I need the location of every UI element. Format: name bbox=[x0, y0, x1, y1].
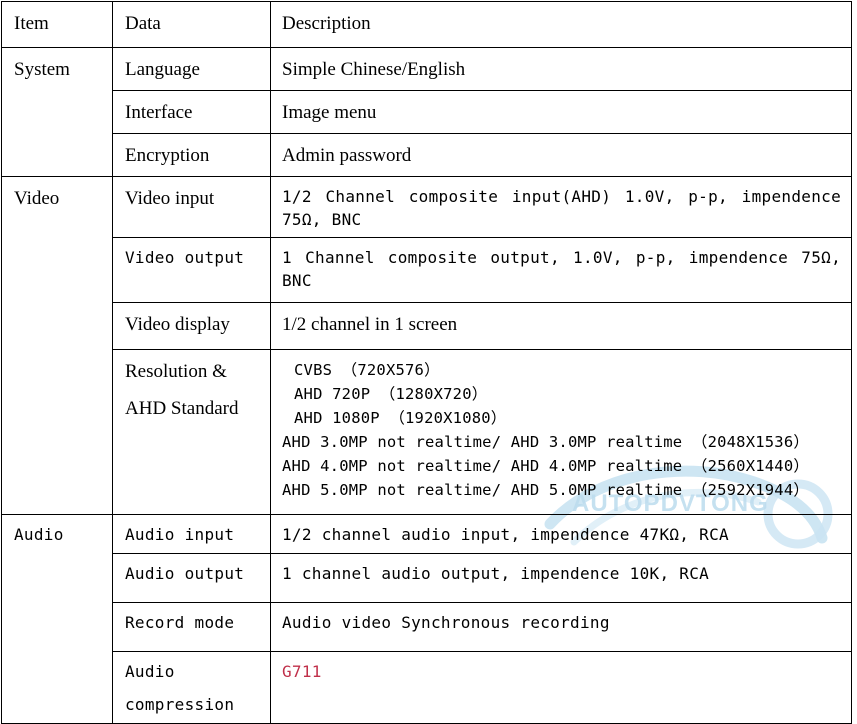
description-cell-interface: Image menu bbox=[271, 90, 852, 133]
header-description-label: Description bbox=[271, 2, 851, 44]
resolution-line: AHD 720P （1280X720） bbox=[282, 383, 841, 405]
header-data-label: Data bbox=[113, 2, 270, 44]
description-text-video-display: 1/2 channel in 1 screen bbox=[271, 303, 851, 345]
data-label-language: Language bbox=[113, 48, 270, 90]
group-cell-system: System bbox=[2, 48, 113, 177]
table-row: Video display 1/2 channel in 1 screen bbox=[2, 303, 852, 350]
specification-table-container: Item Data Description System Language bbox=[0, 0, 857, 715]
group-label-video: Video bbox=[2, 177, 112, 219]
group-label-audio: Audio bbox=[2, 515, 112, 553]
data-cell-video-input: Video input bbox=[113, 176, 271, 237]
group-label-system: System bbox=[2, 48, 112, 90]
description-text-record-mode: Audio video Synchronous recording bbox=[271, 603, 851, 641]
data-cell-language: Language bbox=[113, 48, 271, 91]
data-cell-audio-output: Audio output bbox=[113, 554, 271, 603]
description-text-interface: Image menu bbox=[271, 91, 851, 133]
resolution-line: AHD 3.0MP not realtime/ AHD 3.0MP realti… bbox=[282, 431, 841, 453]
description-cell-audio-output: 1 channel audio output, impendence 10K, … bbox=[271, 554, 852, 603]
data-label-resolution-line1: Resolution & bbox=[125, 359, 260, 386]
data-label-record-mode: Record mode bbox=[113, 603, 270, 641]
table-row: Video Video input 1/2 Channel composite … bbox=[2, 176, 852, 237]
data-cell-audio-compression: Audio compression bbox=[113, 652, 271, 723]
data-label-video-input: Video input bbox=[113, 177, 270, 219]
description-cell-video-output: 1 Channel composite output, 1.0V, p-p, i… bbox=[271, 238, 852, 303]
description-text-audio-input: 1/2 channel audio input, impendence 47KΩ… bbox=[271, 515, 851, 553]
description-text-language: Simple Chinese/English bbox=[271, 48, 851, 90]
description-cell-language: Simple Chinese/English bbox=[271, 48, 852, 91]
description-text-audio-compression: G711 bbox=[271, 652, 851, 690]
data-cell-record-mode: Record mode bbox=[113, 603, 271, 652]
table-header-row: Item Data Description bbox=[2, 2, 852, 48]
table-row: Resolution & AHD Standard CVBS （720X576）… bbox=[2, 350, 852, 515]
resolution-line: AHD 1080P （1920X1080） bbox=[282, 407, 841, 429]
group-cell-video: Video bbox=[2, 176, 113, 514]
data-cell-resolution: Resolution & AHD Standard bbox=[113, 350, 271, 515]
data-label-encryption: Encryption bbox=[113, 134, 270, 176]
header-cell-data: Data bbox=[113, 2, 271, 48]
data-label-resolution: Resolution & AHD Standard bbox=[113, 350, 270, 429]
table-row: Audio output 1 channel audio output, imp… bbox=[2, 554, 852, 603]
data-label-video-display: Video display bbox=[113, 303, 270, 345]
data-label-audio-compression-line2: compression bbox=[125, 694, 260, 717]
description-cell-audio-compression: G711 bbox=[271, 652, 852, 723]
data-label-audio-compression-line1: Audio bbox=[125, 661, 260, 684]
description-text-audio-output: 1 channel audio output, impendence 10K, … bbox=[271, 554, 851, 592]
header-cell-item: Item bbox=[2, 2, 113, 48]
data-label-audio-input: Audio input bbox=[113, 515, 270, 553]
data-cell-video-display: Video display bbox=[113, 303, 271, 350]
table-row: Interface Image menu bbox=[2, 90, 852, 133]
resolution-line: AHD 4.0MP not realtime/ AHD 4.0MP realti… bbox=[282, 455, 841, 477]
table-row: Audio Audio input 1/2 channel audio inpu… bbox=[2, 515, 852, 554]
table-row: Audio compression G711 bbox=[2, 652, 852, 723]
data-label-interface: Interface bbox=[113, 91, 270, 133]
description-cell-video-display: 1/2 channel in 1 screen bbox=[271, 303, 852, 350]
data-label-audio-output: Audio output bbox=[113, 554, 270, 592]
table-row: Record mode Audio video Synchronous reco… bbox=[2, 603, 852, 652]
description-text-video-input: 1/2 Channel composite input(AHD) 1.0V, p… bbox=[271, 177, 851, 237]
table-row: Video output 1 Channel composite output,… bbox=[2, 238, 852, 303]
description-cell-encryption: Admin password bbox=[271, 133, 852, 176]
header-item-label: Item bbox=[2, 2, 112, 44]
data-cell-audio-input: Audio input bbox=[113, 515, 271, 554]
table-row: Encryption Admin password bbox=[2, 133, 852, 176]
description-cell-resolution: CVBS （720X576） AHD 720P （1280X720） AHD 1… bbox=[271, 350, 852, 515]
description-cell-audio-input: 1/2 channel audio input, impendence 47KΩ… bbox=[271, 515, 852, 554]
specification-table: Item Data Description System Language bbox=[1, 1, 852, 724]
data-label-video-output: Video output bbox=[113, 238, 270, 276]
table-row: System Language Simple Chinese/English bbox=[2, 48, 852, 91]
resolution-line: CVBS （720X576） bbox=[282, 359, 841, 381]
data-cell-encryption: Encryption bbox=[113, 133, 271, 176]
resolution-list: CVBS （720X576） AHD 720P （1280X720） AHD 1… bbox=[271, 350, 851, 507]
description-cell-record-mode: Audio video Synchronous recording bbox=[271, 603, 852, 652]
header-cell-description: Description bbox=[271, 2, 852, 48]
group-cell-audio: Audio bbox=[2, 515, 113, 723]
description-cell-video-input: 1/2 Channel composite input(AHD) 1.0V, p… bbox=[271, 176, 852, 237]
description-text-video-output: 1 Channel composite output, 1.0V, p-p, i… bbox=[271, 238, 851, 298]
data-label-audio-compression: Audio compression bbox=[113, 652, 270, 722]
resolution-line: AHD 5.0MP not realtime/ AHD 5.0MP realti… bbox=[282, 479, 841, 501]
data-cell-interface: Interface bbox=[113, 90, 271, 133]
data-cell-video-output: Video output bbox=[113, 238, 271, 303]
description-text-encryption: Admin password bbox=[271, 134, 851, 176]
data-label-resolution-line2: AHD Standard bbox=[125, 396, 260, 423]
